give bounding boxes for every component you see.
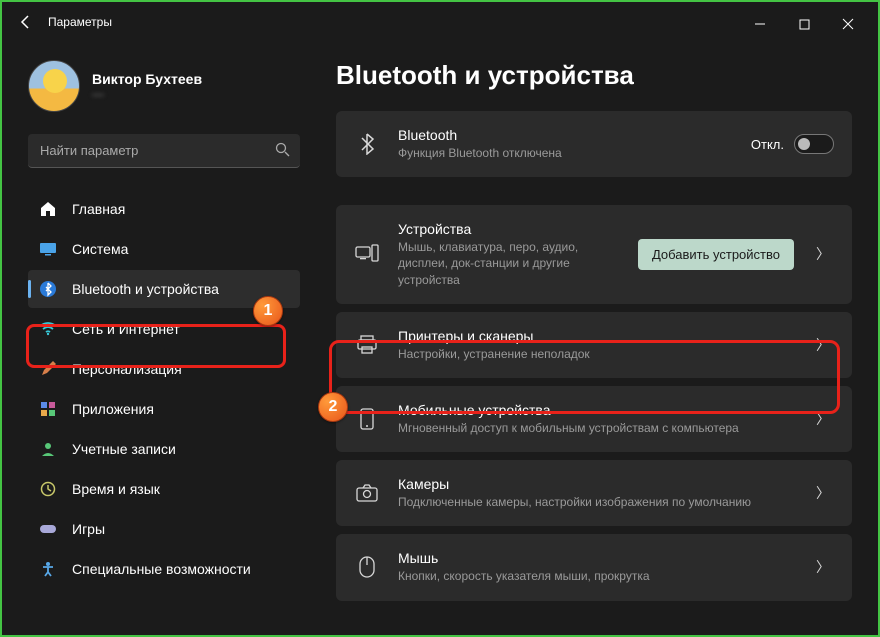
- search-box[interactable]: [28, 134, 300, 168]
- sidebar-item-label: Учетные записи: [72, 441, 176, 457]
- titlebar: Параметры: [2, 2, 878, 42]
- card-title: Камеры: [398, 476, 794, 492]
- bluetooth-toggle[interactable]: [794, 134, 834, 154]
- chevron-right-icon: 〉: [812, 335, 834, 355]
- card-title: Устройства: [398, 221, 620, 237]
- main-content: Bluetooth и устройства Bluetooth Функция…: [310, 42, 878, 635]
- sidebar: Виктор Бухтеев — Главная Система: [2, 42, 310, 635]
- sidebar-item-system[interactable]: Система: [28, 230, 300, 268]
- minimize-button[interactable]: [738, 10, 782, 38]
- sidebar-item-label: Приложения: [72, 401, 154, 417]
- card-subtitle: Функция Bluetooth отключена: [398, 145, 733, 161]
- card-devices[interactable]: Устройства Мышь, клавиатура, перо, аудио…: [336, 205, 852, 304]
- clock-icon: [38, 479, 58, 499]
- nav-list: Главная Система Bluetooth и устройства С…: [28, 190, 300, 588]
- card-mouse[interactable]: Мышь Кнопки, скорость указателя мыши, пр…: [336, 534, 852, 600]
- card-title: Мобильные устройства: [398, 402, 794, 418]
- close-button[interactable]: [826, 10, 870, 38]
- sidebar-item-apps[interactable]: Приложения: [28, 390, 300, 428]
- brush-icon: [38, 359, 58, 379]
- card-cameras[interactable]: Камеры Подключенные камеры, настройки из…: [336, 460, 852, 526]
- user-email: —: [92, 87, 202, 101]
- user-name: Виктор Бухтеев: [92, 71, 202, 87]
- sidebar-item-personalization[interactable]: Персонализация: [28, 350, 300, 388]
- user-block[interactable]: Виктор Бухтеев —: [28, 60, 300, 112]
- chevron-right-icon: 〉: [812, 244, 834, 264]
- mouse-icon: [354, 554, 380, 580]
- sidebar-item-label: Специальные возможности: [72, 561, 251, 577]
- card-printers[interactable]: Принтеры и сканеры Настройки, устранение…: [336, 312, 852, 378]
- sidebar-item-accessibility[interactable]: Специальные возможности: [28, 550, 300, 588]
- avatar: [28, 60, 80, 112]
- sidebar-item-time-language[interactable]: Время и язык: [28, 470, 300, 508]
- page-title: Bluetooth и устройства: [336, 60, 852, 91]
- chevron-right-icon: 〉: [812, 409, 834, 429]
- search-input[interactable]: [28, 134, 300, 168]
- camera-icon: [354, 480, 380, 506]
- card-title: Принтеры и сканеры: [398, 328, 794, 344]
- sidebar-item-gaming[interactable]: Игры: [28, 510, 300, 548]
- person-icon: [38, 439, 58, 459]
- devices-icon: [354, 241, 380, 267]
- card-subtitle: Настройки, устранение неполадок: [398, 346, 794, 362]
- home-icon: [38, 199, 58, 219]
- card-subtitle: Мышь, клавиатура, перо, аудио, дисплеи, …: [398, 239, 618, 288]
- card-subtitle: Кнопки, скорость указателя мыши, прокрут…: [398, 568, 794, 584]
- card-title: Bluetooth: [398, 127, 733, 143]
- sidebar-item-label: Bluetooth и устройства: [72, 281, 219, 297]
- sidebar-item-label: Игры: [72, 521, 105, 537]
- accessibility-icon: [38, 559, 58, 579]
- bluetooth-icon: [354, 131, 380, 157]
- card-mobile[interactable]: Мобильные устройства Мгновенный доступ к…: [336, 386, 852, 452]
- wifi-icon: [38, 319, 58, 339]
- add-device-button[interactable]: Добавить устройство: [638, 239, 794, 270]
- phone-icon: [354, 406, 380, 432]
- sidebar-item-label: Главная: [72, 201, 125, 217]
- card-bluetooth[interactable]: Bluetooth Функция Bluetooth отключена От…: [336, 111, 852, 177]
- toggle-state: Откл.: [751, 137, 784, 152]
- apps-icon: [38, 399, 58, 419]
- sidebar-item-home[interactable]: Главная: [28, 190, 300, 228]
- system-icon: [38, 239, 58, 259]
- window-title: Параметры: [48, 15, 112, 29]
- maximize-button[interactable]: [782, 10, 826, 38]
- search-icon: [275, 142, 290, 157]
- sidebar-item-label: Сеть и Интернет: [72, 321, 180, 337]
- sidebar-item-label: Время и язык: [72, 481, 160, 497]
- card-subtitle: Мгновенный доступ к мобильным устройства…: [398, 420, 794, 436]
- card-subtitle: Подключенные камеры, настройки изображен…: [398, 494, 794, 510]
- sidebar-item-label: Система: [72, 241, 128, 257]
- gamepad-icon: [38, 519, 58, 539]
- settings-window: Параметры Виктор Бухтеев —: [0, 0, 880, 637]
- annotation-badge-1: 1: [253, 296, 283, 326]
- chevron-right-icon: 〉: [812, 483, 834, 503]
- sidebar-item-accounts[interactable]: Учетные записи: [28, 430, 300, 468]
- back-button[interactable]: [12, 8, 40, 36]
- sidebar-item-label: Персонализация: [72, 361, 182, 377]
- bluetooth-icon: [38, 279, 58, 299]
- chevron-right-icon: 〉: [812, 557, 834, 577]
- printer-icon: [354, 332, 380, 358]
- card-title: Мышь: [398, 550, 794, 566]
- annotation-badge-2: 2: [318, 392, 348, 422]
